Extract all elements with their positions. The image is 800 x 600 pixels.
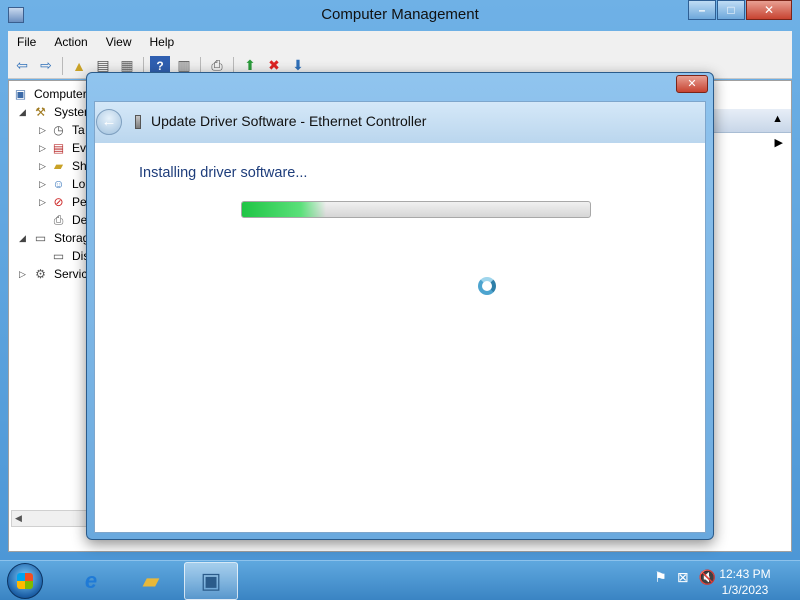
shared-folders-icon: ▰ (53, 159, 64, 173)
expand-right-arrow-icon[interactable]: ▶ (775, 136, 783, 149)
storage-icon: ▭ (34, 231, 47, 245)
performance-icon: ⊘ (53, 195, 64, 209)
menu-bar: File Action View Help (8, 31, 792, 53)
expand-arrow-icon[interactable]: ▷ (39, 139, 49, 157)
toolbar-separator (62, 56, 63, 75)
actions-pane-header[interactable]: r ▲ (701, 109, 791, 133)
dialog-close-button[interactable]: ✕ (676, 75, 708, 93)
network-icon[interactable]: ⊠ (677, 569, 689, 586)
update-driver-dialog: ✕ ← Update Driver Software - Ethernet Co… (86, 72, 714, 540)
event-viewer-icon: ▤ (52, 141, 65, 155)
clock[interactable]: 12:43 PM 1/3/2023 (710, 566, 780, 598)
close-button[interactable]: ✕ (746, 0, 792, 20)
collapse-arrow-icon[interactable]: ▲ (772, 113, 783, 125)
users-icon: ☺ (52, 177, 65, 191)
internet-explorer-icon[interactable]: e (64, 562, 118, 600)
system-tools-icon: ⚒ (35, 105, 46, 119)
computer-management-taskbar-icon[interactable]: ▣ (184, 562, 238, 600)
ethernet-device-icon (135, 115, 141, 129)
system-tray: ⚑ ⊠ 🔇 (654, 569, 716, 586)
progress-bar (241, 201, 591, 218)
minimize-button[interactable]: – (688, 0, 716, 20)
computer-icon: ▣ (14, 87, 27, 101)
file-explorer-icon[interactable]: ▰ (124, 562, 178, 600)
back-button[interactable]: ← (96, 109, 122, 135)
expand-arrow-icon[interactable]: ▷ (39, 193, 49, 211)
maximize-button[interactable]: □ (717, 0, 745, 20)
clock-date: 1/3/2023 (721, 583, 769, 597)
caption-buttons: – □ ✕ (687, 0, 792, 20)
menu-file[interactable]: File (8, 35, 45, 49)
title-bar[interactable]: Computer Management – □ ✕ (0, 0, 800, 30)
taskbar: e ▰ ▣ ⚑ ⊠ 🔇 12:43 PM 1/3/2023 (0, 560, 800, 600)
menu-help[interactable]: Help (141, 35, 184, 49)
dialog-title: Update Driver Software - Ethernet Contro… (151, 113, 427, 129)
start-button[interactable] (7, 563, 43, 599)
forward-arrow-icon[interactable]: ⇨ (36, 56, 56, 76)
menu-view[interactable]: View (97, 35, 141, 49)
progress-fill (242, 202, 326, 217)
clock-time: 12:43 PM (719, 567, 771, 581)
expand-arrow-icon[interactable]: ▷ (39, 121, 49, 139)
busy-spinner-icon (478, 277, 496, 295)
services-icon: ⚙ (35, 267, 46, 281)
disk-icon: ▭ (52, 249, 65, 263)
expand-arrow-icon[interactable]: ◢ (19, 229, 29, 247)
clock-icon: ◷ (53, 123, 64, 137)
window-title: Computer Management (321, 6, 479, 23)
expand-arrow-icon[interactable]: ▷ (39, 175, 49, 193)
expand-arrow-icon[interactable]: ▷ (39, 157, 49, 175)
action-center-flag-icon[interactable]: ⚑ (654, 569, 667, 586)
expand-arrow-icon[interactable]: ▷ (19, 265, 29, 283)
expand-arrow-icon[interactable]: ◢ (19, 103, 29, 121)
status-text: Installing driver software... (139, 165, 308, 181)
up-folder-icon[interactable]: ▲ (69, 56, 89, 76)
back-arrow-icon[interactable]: ⇦ (12, 56, 32, 76)
menu-action[interactable]: Action (45, 35, 96, 49)
dialog-content: Installing driver software... (94, 143, 706, 533)
device-manager-icon: ⎙ (53, 213, 64, 227)
